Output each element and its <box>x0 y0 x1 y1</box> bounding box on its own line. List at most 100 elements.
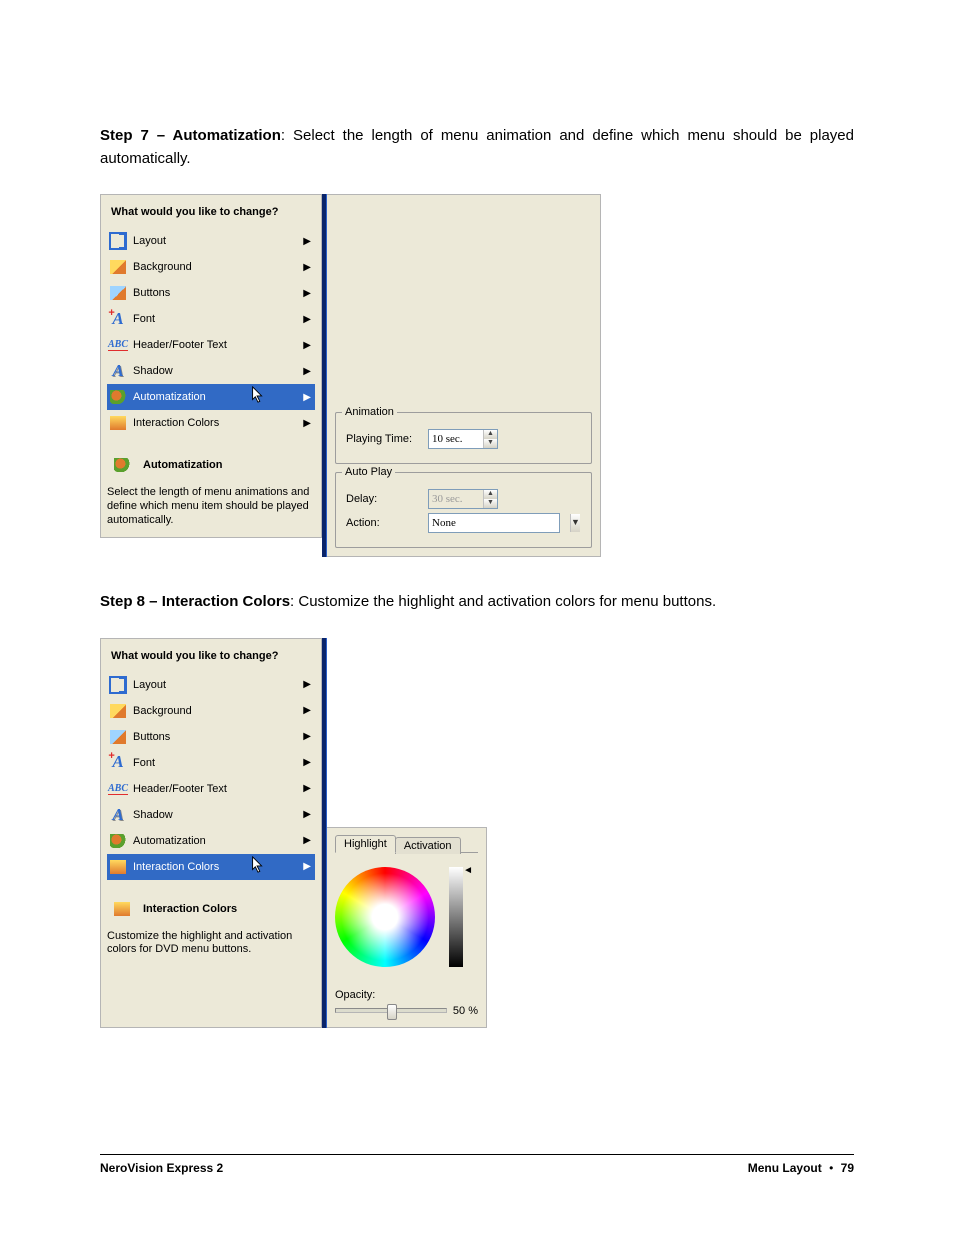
interaction-colors-icon <box>109 414 127 432</box>
menu-item-label: Header/Footer Text <box>133 783 299 795</box>
info-description: Select the length of menu animations and… <box>107 486 315 527</box>
spin-up-icon[interactable]: ▲ <box>483 490 497 499</box>
submenu-arrow-icon: ▶ <box>303 809 311 820</box>
buttons-icon <box>109 284 127 302</box>
footer-page-number: 79 <box>841 1161 854 1175</box>
color-wheel[interactable] <box>335 867 435 967</box>
menu-item-label: Shadow <box>133 809 299 821</box>
submenu-arrow-icon: ▶ <box>303 236 311 247</box>
delay-input <box>429 490 483 508</box>
layout-icon <box>109 676 127 694</box>
menu-item-automatization[interactable]: Automatization▶ <box>107 828 315 854</box>
playing-time-spinner[interactable]: ▲▼ <box>428 429 498 449</box>
playing-time-label: Playing Time: <box>346 433 428 445</box>
menu-item-label: Shadow <box>133 365 299 377</box>
submenu-arrow-icon: ▶ <box>303 783 311 794</box>
brightness-marker-icon[interactable]: ◄ <box>463 865 473 876</box>
header-footer-icon: ABC <box>109 780 127 798</box>
delay-spinner[interactable]: ▲▼ <box>428 489 498 509</box>
tab-activation[interactable]: Activation <box>395 837 461 854</box>
panel-header: What would you like to change? <box>111 650 313 662</box>
menu-item-header-footer-text[interactable]: ABC Header/Footer Text ▶ <box>107 332 315 358</box>
footer-bullet-icon: • <box>825 1161 837 1175</box>
menu-item-interaction-colors[interactable]: Interaction Colors ▶ <box>107 410 315 436</box>
submenu-arrow-icon: ▶ <box>303 679 311 690</box>
header-footer-icon: ABC <box>109 336 127 354</box>
opacity-slider[interactable] <box>335 1008 447 1013</box>
shadow-icon: A <box>109 806 127 824</box>
right-panel: Animation Playing Time: ▲▼ Auto Play Del… <box>327 194 601 557</box>
menu-item-background[interactable]: Background▶ <box>107 698 315 724</box>
info-title: Interaction Colors <box>143 903 237 915</box>
menu-item-buttons[interactable]: Buttons ▶ <box>107 280 315 306</box>
footer-product: NeroVision Express 2 <box>100 1161 223 1175</box>
menu-item-label: Background <box>133 261 299 273</box>
submenu-arrow-icon: ▶ <box>303 731 311 742</box>
menu-item-label: Layout <box>133 235 299 247</box>
footer-section: Menu Layout <box>748 1161 822 1175</box>
menu-item-buttons[interactable]: Buttons ▶ <box>107 724 315 750</box>
opacity-slider-thumb[interactable] <box>387 1004 397 1020</box>
menu-item-label: Header/Footer Text <box>133 339 299 351</box>
menu-item-label: Interaction Colors <box>133 417 299 429</box>
autoplay-group: Auto Play Delay: ▲▼ Action: ▼ <box>335 472 592 548</box>
panel-header: What would you like to change? <box>111 206 313 218</box>
tab-highlight[interactable]: Highlight <box>335 835 396 853</box>
submenu-arrow-icon: ▶ <box>303 314 311 325</box>
playing-time-input[interactable] <box>429 430 483 448</box>
menu-item-layout[interactable]: Layout ▶ <box>107 228 315 254</box>
menu-item-layout[interactable]: Layout ▶ <box>107 672 315 698</box>
action-label: Action: <box>346 517 428 529</box>
color-tabs: Highlight Activation <box>335 834 478 853</box>
info-description: Customize the highlight and activation c… <box>107 930 315 958</box>
figure-automatization: What would you like to change? Layout▶Ba… <box>100 194 854 557</box>
automatization-icon <box>109 388 127 406</box>
layout-icon <box>109 232 127 250</box>
font-icon: A+ <box>109 310 127 328</box>
menu-item-label: Buttons <box>133 731 299 743</box>
animation-group: Animation Playing Time: ▲▼ <box>335 412 592 464</box>
action-combo[interactable]: ▼ <box>428 513 560 533</box>
action-value[interactable] <box>429 514 570 532</box>
submenu-arrow-icon: ▶ <box>303 340 311 351</box>
interaction-colors-icon <box>109 858 127 876</box>
brightness-bar[interactable]: ◄ <box>449 867 463 967</box>
menu-item-shadow[interactable]: A Shadow ▶ <box>107 802 315 828</box>
menu-item-label: Font <box>133 757 299 769</box>
spin-down-icon[interactable]: ▼ <box>483 499 497 508</box>
menu-item-font[interactable]: A+ Font ▶ <box>107 750 315 776</box>
buttons-icon <box>109 728 127 746</box>
submenu-arrow-icon: ▶ <box>303 262 311 273</box>
submenu-arrow-icon: ▶ <box>303 835 311 846</box>
submenu-arrow-icon: ▶ <box>303 288 311 299</box>
left-panel: What would you like to change? Layout▶Ba… <box>100 194 322 538</box>
font-icon: A+ <box>109 754 127 772</box>
menu-item-label: Layout <box>133 679 299 691</box>
shadow-icon: A <box>109 362 127 380</box>
menu-item-label: Automatization <box>133 391 299 403</box>
menu-item-interaction-colors[interactable]: Interaction Colors▶ <box>107 854 315 880</box>
submenu-arrow-icon: ▶ <box>303 757 311 768</box>
menu-item-automatization[interactable]: Automatization▶ <box>107 384 315 410</box>
menu-item-label: Buttons <box>133 287 299 299</box>
color-wheel-cursor[interactable] <box>381 913 391 923</box>
automatization-icon <box>109 832 127 850</box>
background-icon <box>109 702 127 720</box>
spin-down-icon[interactable]: ▼ <box>483 439 497 448</box>
step8-desc: : Customize the highlight and activation… <box>290 593 716 610</box>
menu-item-font[interactable]: A+Font▶ <box>107 306 315 332</box>
chevron-down-icon[interactable]: ▼ <box>570 514 580 532</box>
automatization-icon <box>107 450 137 480</box>
opacity-label: Opacity: <box>335 989 375 1001</box>
menu-item-header-footer-text[interactable]: ABC Header/Footer Text ▶ <box>107 776 315 802</box>
menu-item-background[interactable]: Background ▶ <box>107 254 315 280</box>
left-panel: What would you like to change? Layout ▶ Ba… <box>100 638 322 1028</box>
page-footer: NeroVision Express 2 Menu Layout • 79 <box>100 1154 854 1175</box>
background-icon <box>109 258 127 276</box>
submenu-arrow-icon: ▶ <box>303 366 311 377</box>
menu-item-shadow[interactable]: A Shadow ▶ <box>107 358 315 384</box>
menu-item-label: Background <box>133 705 299 717</box>
submenu-arrow-icon: ▶ <box>303 418 311 429</box>
delay-label: Delay: <box>346 493 428 505</box>
spin-up-icon[interactable]: ▲ <box>483 430 497 439</box>
